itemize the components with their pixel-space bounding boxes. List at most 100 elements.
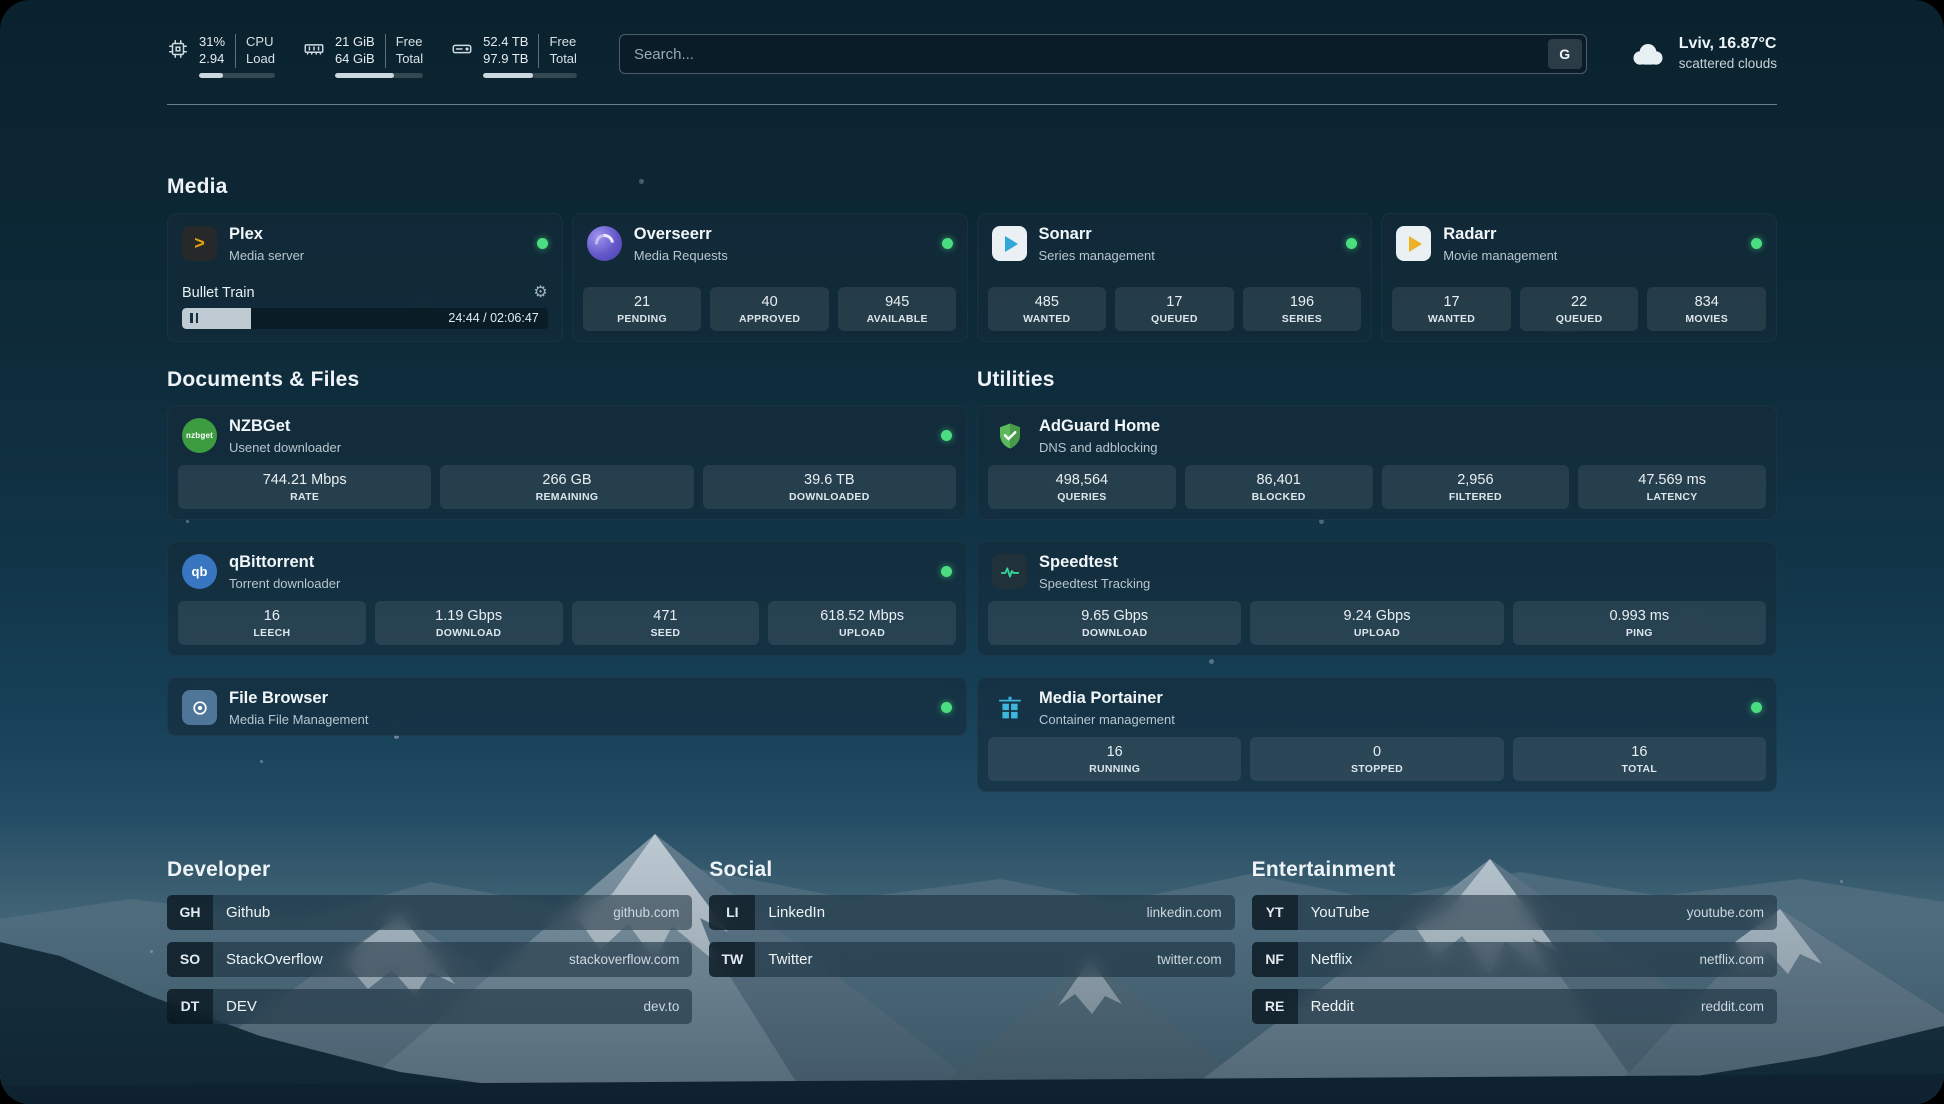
- bookmark-url: linkedin.com: [1147, 905, 1222, 920]
- bookmark-linkedin[interactable]: LI LinkedIn linkedin.com: [709, 895, 1234, 930]
- section-media: Media > Plex Media server Bullet Tr: [167, 175, 1777, 342]
- bookmark-name: StackOverflow: [226, 951, 323, 968]
- search-input[interactable]: [619, 34, 1587, 74]
- service-description: Container management: [1039, 712, 1175, 728]
- bookmark-netflix[interactable]: NF Netflix netflix.com: [1252, 942, 1777, 977]
- service-card-portainer[interactable]: Media Portainer Container management 16 …: [977, 677, 1777, 792]
- disk-progress-fill: [483, 73, 533, 78]
- service-name: AdGuard Home: [1039, 417, 1160, 437]
- topbar-divider: [167, 104, 1777, 105]
- bookmark-twitter[interactable]: TW Twitter twitter.com: [709, 942, 1234, 977]
- service-card-speedtest[interactable]: Speedtest Speedtest Tracking 9.65 Gbps D…: [977, 541, 1777, 656]
- bookmark-url: github.com: [613, 905, 679, 920]
- cpu-load-value: 2.94: [199, 51, 225, 68]
- memory-icon: [303, 38, 325, 78]
- bookmark-url: youtube.com: [1687, 905, 1764, 920]
- stat-queued: 17 QUEUED: [1115, 287, 1234, 331]
- service-description: Movie management: [1443, 248, 1557, 264]
- plex-icon: >: [182, 226, 217, 261]
- service-name: Speedtest: [1039, 553, 1150, 573]
- status-dot: [942, 238, 953, 249]
- service-card-sonarr[interactable]: Sonarr Series management 485 WANTED 17 Q…: [977, 213, 1373, 342]
- documents-section-title: Documents & Files: [167, 368, 967, 392]
- playback-progress-bar[interactable]: 24:44 / 02:06:47: [182, 308, 548, 329]
- snow-flakes: [0, 0, 3, 3]
- memory-progress-bar: [335, 73, 423, 78]
- status-dot: [537, 238, 548, 249]
- bookmark-stackoverflow[interactable]: SO StackOverflow stackoverflow.com: [167, 942, 692, 977]
- status-dot: [1751, 702, 1762, 713]
- media-section-title: Media: [167, 175, 1777, 199]
- bookmark-url: reddit.com: [1701, 999, 1764, 1014]
- weather-widget[interactable]: Lviv, 16.87°C scattered clouds: [1629, 34, 1777, 72]
- bookmark-github[interactable]: GH Github github.com: [167, 895, 692, 930]
- bookmark-name: Github: [226, 904, 270, 921]
- service-card-radarr[interactable]: Radarr Movie management 17 WANTED 22 QUE…: [1381, 213, 1777, 342]
- service-card-qbittorrent[interactable]: qb qBittorrent Torrent downloader 16 LEE…: [167, 541, 967, 656]
- service-description: DNS and adblocking: [1039, 440, 1160, 456]
- cpu-icon: [167, 38, 189, 78]
- disk-total-value: 97.9 TB: [483, 51, 528, 68]
- service-card-plex[interactable]: > Plex Media server Bullet Train ⚙: [167, 213, 563, 342]
- bookmark-group-entertainment: Entertainment YT YouTube youtube.com NF …: [1252, 858, 1777, 1024]
- cloud-icon: [1629, 40, 1667, 67]
- service-card-nzbget[interactable]: nzbget NZBGet Usenet downloader 744.21 M…: [167, 405, 967, 520]
- bookmark-youtube[interactable]: YT YouTube youtube.com: [1252, 895, 1777, 930]
- service-name: Sonarr: [1039, 225, 1155, 245]
- stat-wanted: 485 WANTED: [988, 287, 1107, 331]
- stat-download: 1.19 Gbps DOWNLOAD: [375, 601, 563, 645]
- service-card-overseerr[interactable]: Overseerr Media Requests 21 PENDING 40 A…: [572, 213, 968, 342]
- bookmark-abbr: DT: [167, 989, 213, 1024]
- stat-total: 16 TOTAL: [1513, 737, 1766, 781]
- service-card-filebrowser[interactable]: File Browser Media File Management: [167, 677, 967, 736]
- disk-icon: [451, 38, 473, 78]
- pause-icon[interactable]: [190, 313, 198, 323]
- nzbget-icon: nzbget: [182, 418, 217, 453]
- bookmark-dev[interactable]: DT DEV dev.to: [167, 989, 692, 1024]
- stat-latency: 47.569 ms LATENCY: [1578, 465, 1766, 509]
- section-utilities: Utilities: [977, 368, 1777, 792]
- bookmark-group-social: Social LI LinkedIn linkedin.com TW Twitt…: [709, 858, 1234, 1024]
- bookmark-group-developer: Developer GH Github github.com SO StackO…: [167, 858, 692, 1024]
- bookmark-url: twitter.com: [1157, 952, 1222, 967]
- speedtest-icon: [992, 554, 1027, 589]
- cpu-usage-value: 31%: [199, 34, 225, 51]
- service-name: qBittorrent: [229, 553, 340, 573]
- search-provider-button[interactable]: G: [1548, 39, 1582, 69]
- bookmark-name: Netflix: [1311, 951, 1353, 968]
- sonarr-icon: [992, 226, 1027, 261]
- memory-total-value: 64 GiB: [335, 51, 375, 68]
- bookmark-url: netflix.com: [1699, 952, 1764, 967]
- section-documents: Documents & Files nzbget NZBGet Usenet d…: [167, 368, 967, 736]
- weather-condition: scattered clouds: [1679, 55, 1777, 73]
- memory-widget: 21 GiB 64 GiB Free Total: [303, 34, 423, 78]
- bookmark-abbr: RE: [1252, 989, 1298, 1024]
- service-description: Torrent downloader: [229, 576, 340, 592]
- weather-location: Lviv, 16.87°C: [1679, 34, 1777, 55]
- bookmark-abbr: NF: [1252, 942, 1298, 977]
- service-card-adguard[interactable]: AdGuard Home DNS and adblocking 498,564 …: [977, 405, 1777, 520]
- bookmark-name: YouTube: [1311, 904, 1370, 921]
- stat-queued: 22 QUEUED: [1520, 287, 1639, 331]
- plex-now-playing: Bullet Train ⚙ 24:44 / 02:06:47: [168, 285, 562, 341]
- gear-icon[interactable]: ⚙: [533, 285, 547, 301]
- bookmark-name: Reddit: [1311, 998, 1354, 1015]
- overseerr-icon: [587, 226, 622, 261]
- stat-leech: 16 LEECH: [178, 601, 366, 645]
- service-name: Overseerr: [634, 225, 728, 245]
- search-bar: G: [619, 34, 1587, 74]
- radarr-icon: [1396, 226, 1431, 261]
- media-cards: > Plex Media server Bullet Train ⚙: [167, 213, 1777, 342]
- bookmark-reddit[interactable]: RE Reddit reddit.com: [1252, 989, 1777, 1024]
- service-name: Radarr: [1443, 225, 1557, 245]
- cpu-widget: 31% 2.94 CPU Load: [167, 34, 275, 78]
- status-dot: [1346, 238, 1357, 249]
- cpu-usage-label: CPU: [246, 34, 275, 51]
- bookmarks-area: Developer GH Github github.com SO StackO…: [167, 858, 1777, 1024]
- service-name: NZBGet: [229, 417, 341, 437]
- bookmark-name: Twitter: [768, 951, 812, 968]
- status-dot: [941, 430, 952, 441]
- portainer-icon: [992, 690, 1027, 725]
- stat-filtered: 2,956 FILTERED: [1382, 465, 1570, 509]
- status-dot: [941, 702, 952, 713]
